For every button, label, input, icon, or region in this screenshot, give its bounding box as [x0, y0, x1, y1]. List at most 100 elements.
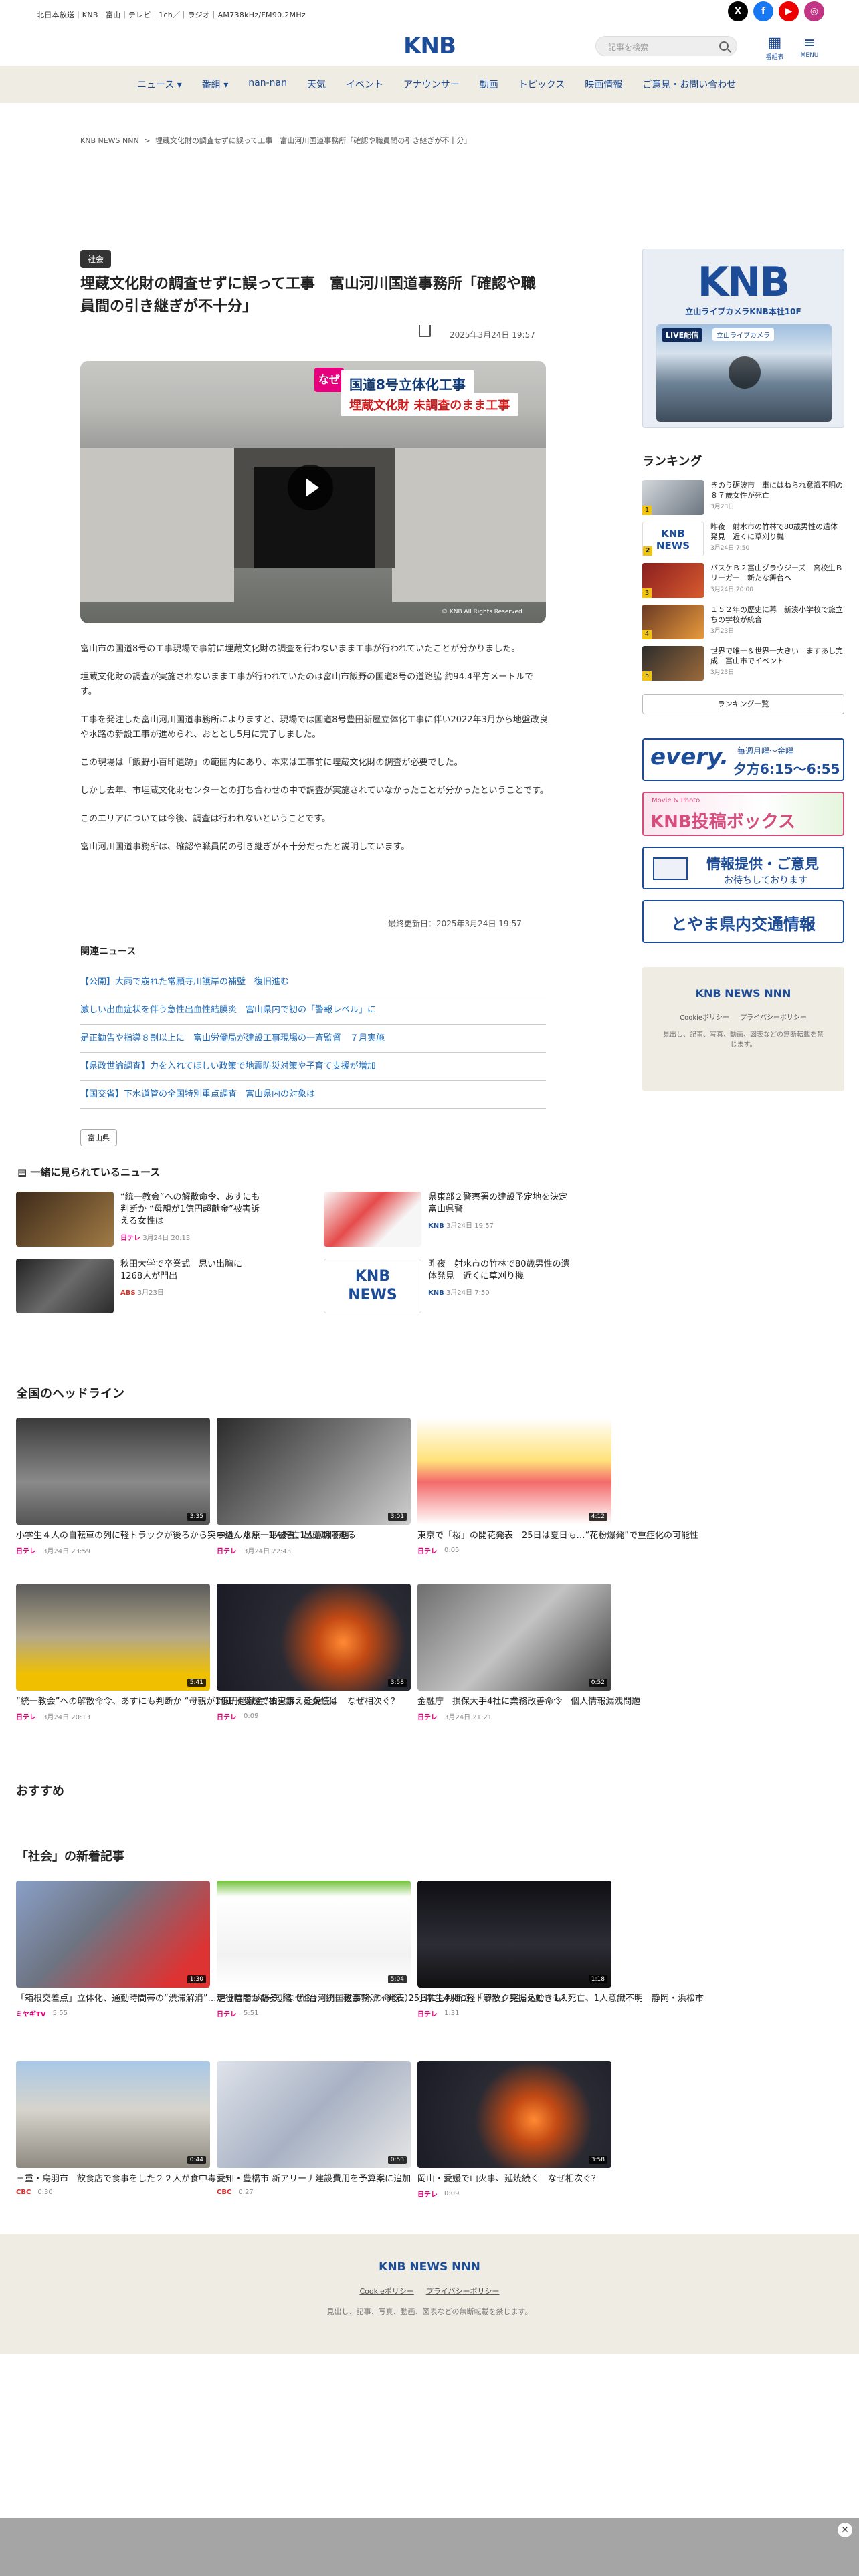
article-tag[interactable]: 富山県 — [80, 1129, 117, 1146]
search-icon[interactable] — [719, 41, 729, 51]
related-link[interactable]: 激しい出血症状を伴う急性出血性結膜炎 富山県内で初の「警報レベル」に — [80, 996, 546, 1025]
play-icon[interactable] — [288, 465, 333, 510]
watched-card[interactable]: KNB NEWS 昨夜 射水市の竹林で80歳男性の遺体発見 近くに草刈り機 KNB … — [324, 1259, 571, 1313]
related-link[interactable]: 【県政世論調査】力を入れてほしい政策で地震防災対策や子育て支援が増加 — [80, 1053, 546, 1081]
brand-label: ミヤギTV — [16, 2011, 46, 2018]
bangumi-button[interactable]: ▦ 番組表 — [761, 35, 788, 62]
nav-video[interactable]: 動画 — [470, 78, 508, 91]
watched-thumb — [16, 1259, 114, 1313]
shakai-title: 岡山・愛媛で山火事、延焼続く なぜ相次ぐ？ — [417, 2174, 601, 2184]
category-badge[interactable]: 社会 — [80, 250, 112, 268]
ranking-item[interactable]: 1 きのう砺波市 車にはねられ意識不明の８７歳女性が死亡 3月23日 — [642, 480, 844, 518]
knb-logo[interactable]: KNB — [396, 33, 463, 59]
shakai-title: 三重・鳥羽市 飲食店で食事をした２２人が食中毒 — [16, 2174, 217, 2184]
article-paragraph: しかし去年、市埋蔵文化財センターとの打ち合わせの中で調査が実施されていなかったこ… — [80, 786, 549, 796]
watched-title: “統一教会”への解散命令、あすにも判断か “母親が1億円超献金”被害訴える女性は — [120, 1192, 260, 1226]
national-thumb: 0:52 — [417, 1584, 611, 1691]
national-date: 3月24日 21:21 — [444, 1714, 492, 1721]
brand-label: 日テレ — [16, 1548, 36, 1555]
ranking-item[interactable]: 5 世界で唯一＆世界一大きい ますあし完成 富山市でイベント 3月23日 — [642, 646, 844, 683]
traffic-banner[interactable]: とやま県内交通情報 — [642, 900, 844, 943]
nav-movie[interactable]: 映画情報 — [575, 78, 632, 91]
knb-logo-large: KNB — [697, 259, 790, 306]
national-card[interactable]: 0:52 金融庁 損保大手4社に業務改善命令 個人情報漏洩問題 日テレ 3月24日… — [417, 1584, 640, 1721]
knb-news-nnn-logo: KNB NEWS NNN — [695, 987, 791, 1000]
national-card[interactable]: 4:12 東京で「桜」の開花発表 25日は夏日も…“花粉爆発”で重症化の可能性 … — [417, 1418, 698, 1555]
close-icon[interactable]: ✕ — [838, 2523, 852, 2537]
share-icon[interactable] — [419, 325, 431, 337]
live-camera-banner[interactable]: KNB 立山ライブカメラKNB本社10F LIVE配信 立山ライブカメラ — [642, 249, 844, 428]
watched-card[interactable]: “統一教会”への解散命令、あすにも判断か “母親が1億円超献金”被害訴える女性は… — [16, 1192, 264, 1247]
nav-nannan[interactable]: nan-nan — [238, 78, 297, 91]
footer-privacy-link[interactable]: プライバシーポリシー — [426, 2287, 500, 2296]
shakai-title: 愛知・豊橋市 新アリーナ建設費用を予算案に追加 — [217, 2174, 411, 2184]
brand-label: 日テレ — [217, 1548, 237, 1555]
ranking-item[interactable]: 3 バスケＢ２富山グラウジーズ 高校生Ｂリーガー 新たな舞台へ 3月24日 20:… — [642, 563, 844, 601]
watched-title: 昨夜 射水市の竹林で80歳男性の遺体発見 近くに草刈り機 — [428, 1259, 570, 1281]
article-paragraph: 富山市の国道8号の工事現場で事前に埋蔵文化財の調査を行わないまま工事が行われてい… — [80, 644, 520, 654]
watched-title: 県東部２警察署の建設予定地を決定 富山県警 — [428, 1192, 577, 1214]
nav-announcer[interactable]: アナウンサー — [393, 78, 470, 91]
ranking-more-button[interactable]: ランキング一覧 — [642, 694, 844, 714]
toko-banner[interactable]: Movie & Photo KNB投稿ボックス — [642, 792, 844, 836]
breadcrumb-home[interactable]: KNB NEWS NNN — [80, 136, 139, 145]
shakai-thumb: 0:44 — [16, 2061, 210, 2168]
youtube-icon[interactable]: ▶ — [779, 1, 799, 21]
shakai-date: 5:51 — [244, 2010, 259, 2017]
brand-label: CBC — [217, 2189, 232, 2196]
instagram-icon[interactable]: ◎ — [804, 1, 824, 21]
nav-event[interactable]: イベント — [336, 78, 393, 91]
copyright-note: 見出し、記事、写真、動画、図表などの無断転載を禁じます。 — [663, 1031, 824, 1049]
ranking-date: 3月23日 — [710, 628, 735, 635]
nav-news[interactable]: ニュース ▾ — [127, 78, 192, 91]
hamburger-icon: ≡ — [803, 35, 816, 51]
national-title: 中継：水原一平被告、出頭期限迫る — [217, 1531, 357, 1541]
shakai-card[interactable]: 0:44 三重・鳥羽市 飲食店で食事をした２２人が食中毒 CBC 0:30 — [16, 2061, 216, 2196]
video-player[interactable]: なぜ 国道8号立体化工事 埋蔵文化財 未調査のまま工事 © KNB All Ri… — [80, 361, 546, 623]
nav-weather[interactable]: 天気 — [297, 78, 336, 91]
facebook-icon[interactable]: f — [753, 1, 773, 21]
national-thumb: 3:01 — [217, 1418, 411, 1525]
brand-label: 日テレ — [120, 1235, 140, 1242]
national-card[interactable]: 3:01 中継：水原一平被告、出頭期限迫る 日テレ 3月24日 22:43 — [217, 1418, 411, 1555]
related-link[interactable]: 【国交省】下水道管の全国特別重点調査 富山県内の対象は — [80, 1081, 546, 1109]
nav-bangumi[interactable]: 番組 ▾ — [192, 78, 238, 91]
brand-label: 日テレ — [217, 1714, 237, 1721]
related-heading: 関連ニュース — [80, 946, 136, 957]
mail-icon — [653, 857, 688, 880]
every-banner[interactable]: every. 毎週月曜〜金曜 夕方6:15〜6:55 — [642, 738, 844, 781]
nav-contact[interactable]: ご意見・お問い合わせ — [632, 78, 746, 91]
watched-card[interactable]: 県東部２警察署の建設予定地を決定 富山県警 KNB 3月24日 19:57 — [324, 1192, 577, 1247]
privacy-policy-link[interactable]: プライバシーポリシー — [740, 1014, 807, 1022]
shakai-card[interactable]: 3:58 岡山・愛媛で山火事、延焼続く なぜ相次ぐ？ 日テレ 0:09 — [417, 2061, 611, 2199]
shakai-card[interactable]: 0:53 愛知・豊橋市 新アリーナ建設費用を予算案に追加 CBC 0:27 — [217, 2061, 411, 2196]
ranking-date: 3月24日 20:00 — [710, 586, 753, 593]
footer-cookie-link[interactable]: Cookieポリシー — [359, 2287, 413, 2296]
search-box[interactable]: 記事を検索 — [595, 36, 737, 56]
related-link[interactable]: 【公開】大雨で崩れた常願寺川護岸の補壁 復旧進む — [80, 968, 546, 996]
ranking-item[interactable]: KNB NEWS 2 昨夜 射水市の竹林で80歳男性の遺体発見 近くに草刈り機 3月2… — [642, 522, 844, 559]
watched-card[interactable]: 秋田大学で卒業式 思い出胸に1268人が門出 ABS 3月23日 — [16, 1259, 264, 1313]
shakai-date: 5:55 — [52, 2010, 68, 2017]
play-icon[interactable] — [729, 356, 761, 389]
national-card[interactable]: 3:58 岡山・愛媛で山火事、延焼続く なぜ相次ぐ？ 日テレ 0:09 — [217, 1584, 411, 1721]
menu-button[interactable]: ≡ MENU — [796, 35, 823, 62]
brand-label: 日テレ — [16, 1714, 36, 1721]
national-date: 3月24日 22:43 — [244, 1548, 292, 1555]
article-date: 2025年3月24日 19:57 — [450, 330, 535, 340]
info-banner[interactable]: 情報提供・ご意見 お待ちしております — [642, 847, 844, 889]
x-icon[interactable]: X — [728, 1, 748, 21]
article-paragraph: 富山河川国道事務所は、確認や職員間の引き継ぎが不十分だったと説明しています。 — [80, 842, 410, 852]
related-link[interactable]: 是正勧告や指導８割以上に 富山労働局が建設工事現場の一斉監督 ７月実施 — [80, 1025, 546, 1053]
ranking-item[interactable]: 4 １５２年の歴史に幕 新湊小学校で旅立ちの学校が統合 3月23日 — [642, 605, 844, 642]
shakai-date: 1:31 — [444, 2010, 460, 2017]
shakai-date: 0:27 — [238, 2189, 254, 2196]
page-footer: KNB NEWS NNN Cookieポリシー プライバシーポリシー 見出し、記事… — [0, 2234, 859, 2354]
nav-topics[interactable]: トピックス — [508, 78, 575, 91]
national-date: 0:05 — [444, 1547, 460, 1554]
cookie-policy-link[interactable]: Cookieポリシー — [680, 1014, 729, 1022]
national-title: 金融庁 損保大手4社に業務改善命令 個人情報漏洩問題 — [417, 1697, 641, 1707]
shakai-card[interactable]: 1:18 小学生4人に軽トラック突っ込む 1人死亡、1人意識不明 静岡・浜松市 … — [417, 1881, 704, 2018]
ranking-date: 3月24日 7:50 — [710, 545, 750, 552]
traffic-title: とやま県内交通情報 — [671, 915, 816, 934]
